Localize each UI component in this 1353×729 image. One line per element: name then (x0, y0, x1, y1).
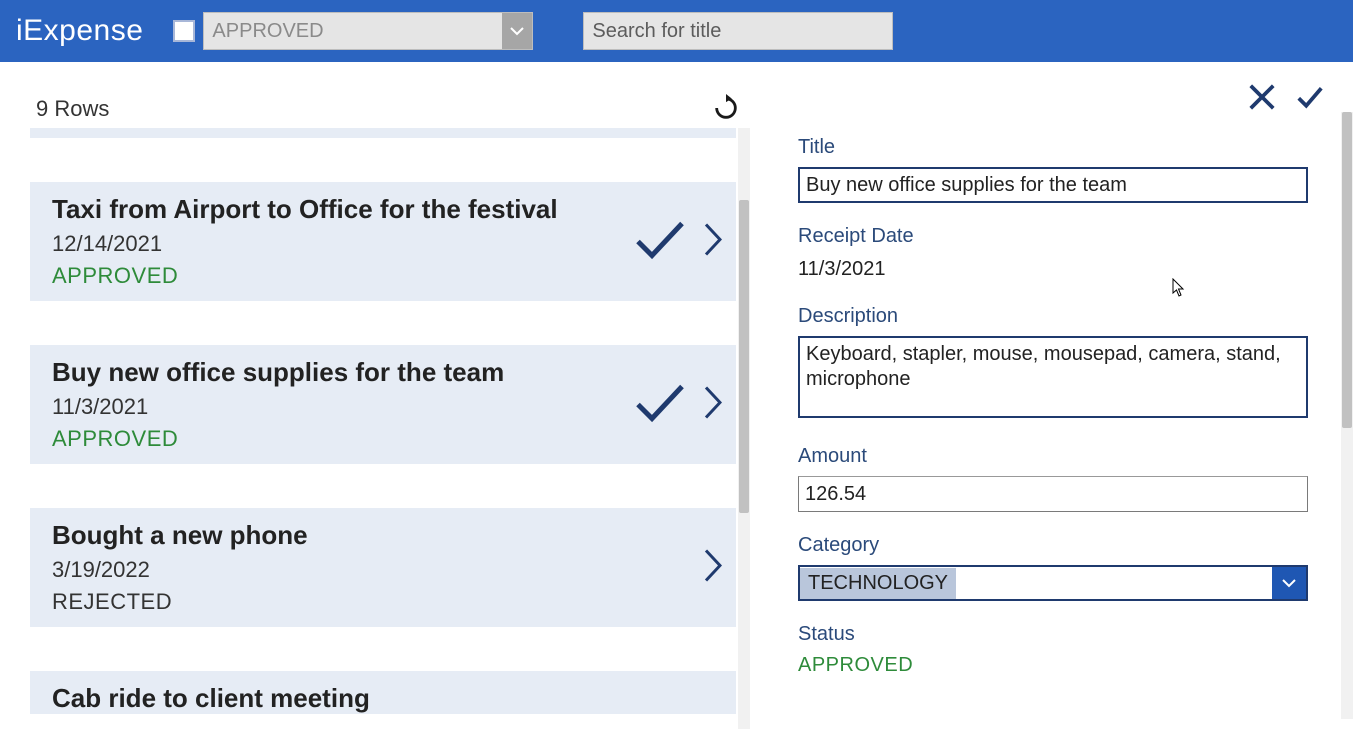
app-header: iExpense APPROVED (0, 0, 1353, 62)
item-title: Cab ride to client meeting (52, 683, 718, 714)
item-actions (634, 382, 722, 427)
confirm-check-icon[interactable] (1295, 82, 1325, 112)
expense-list-panel: 9 Rows Taxi from Airport to Office for t… (0, 62, 750, 729)
item-title: Taxi from Airport to Office for the fest… (52, 194, 718, 225)
list-item[interactable]: Cab ride to client meeting (30, 671, 736, 714)
receipt-date-group: Receipt Date 11/3/2021 (798, 225, 1343, 283)
close-icon[interactable] (1247, 82, 1277, 112)
amount-label: Amount (798, 445, 1343, 468)
list-scroll: Taxi from Airport to Office for the fest… (6, 128, 750, 729)
chevron-right-icon[interactable] (704, 222, 722, 261)
category-value: TECHNOLOGY (800, 568, 956, 599)
list-scrollbar[interactable] (738, 128, 750, 729)
category-label: Category (798, 534, 1343, 557)
item-status: APPROVED (52, 263, 718, 289)
app-title: iExpense (16, 14, 143, 48)
amount-input[interactable] (798, 476, 1308, 512)
title-field-group: Title (798, 136, 1343, 203)
description-label: Description (798, 305, 1343, 328)
status-group: Status APPROVED (798, 623, 1343, 677)
check-icon[interactable] (634, 382, 686, 427)
item-actions (704, 548, 722, 587)
item-date: 12/14/2021 (52, 231, 718, 257)
item-title: Buy new office supplies for the team (52, 357, 718, 388)
description-textarea[interactable] (798, 336, 1308, 418)
rows-count-label: 9 Rows (36, 96, 109, 122)
search-input[interactable] (583, 12, 893, 50)
status-label: Status (798, 623, 1343, 646)
chevron-right-icon[interactable] (704, 548, 722, 587)
detail-actions (1247, 82, 1325, 112)
status-value: APPROVED (798, 654, 1343, 677)
list-item[interactable]: Bought a new phone 3/19/2022 REJECTED (30, 508, 736, 627)
item-actions (634, 219, 722, 264)
list-meta: 9 Rows (6, 62, 750, 128)
item-status: APPROVED (52, 426, 718, 452)
check-icon[interactable] (634, 219, 686, 264)
detail-scrollbar[interactable] (1341, 112, 1353, 719)
list-item[interactable]: Buy new office supplies for the team 11/… (30, 345, 736, 464)
receipt-date-label: Receipt Date (798, 225, 1343, 248)
item-status: REJECTED (52, 589, 718, 615)
body-area: 9 Rows Taxi from Airport to Office for t… (0, 62, 1353, 729)
item-date: 3/19/2022 (52, 557, 718, 583)
item-title: Bought a new phone (52, 520, 718, 551)
title-label: Title (798, 136, 1343, 159)
title-input[interactable] (798, 167, 1308, 203)
expense-detail-panel: Title Receipt Date 11/3/2021 Description… (750, 62, 1353, 729)
category-select[interactable]: TECHNOLOGY (798, 565, 1308, 601)
chevron-right-icon[interactable] (704, 385, 722, 424)
category-group: Category TECHNOLOGY (798, 534, 1343, 601)
filter-checkbox[interactable] (173, 20, 195, 42)
refresh-icon[interactable] (712, 94, 740, 122)
list-top-divider (30, 128, 736, 138)
description-group: Description (798, 305, 1343, 423)
amount-group: Amount (798, 445, 1343, 512)
receipt-date-value: 11/3/2021 (798, 256, 1343, 283)
chevron-down-icon (1272, 567, 1306, 599)
item-date: 11/3/2021 (52, 394, 718, 420)
status-filter-dropdown[interactable]: APPROVED (203, 12, 533, 50)
status-filter-value: APPROVED (212, 20, 323, 43)
list-item[interactable]: Taxi from Airport to Office for the fest… (30, 182, 736, 301)
chevron-down-icon (502, 13, 532, 49)
